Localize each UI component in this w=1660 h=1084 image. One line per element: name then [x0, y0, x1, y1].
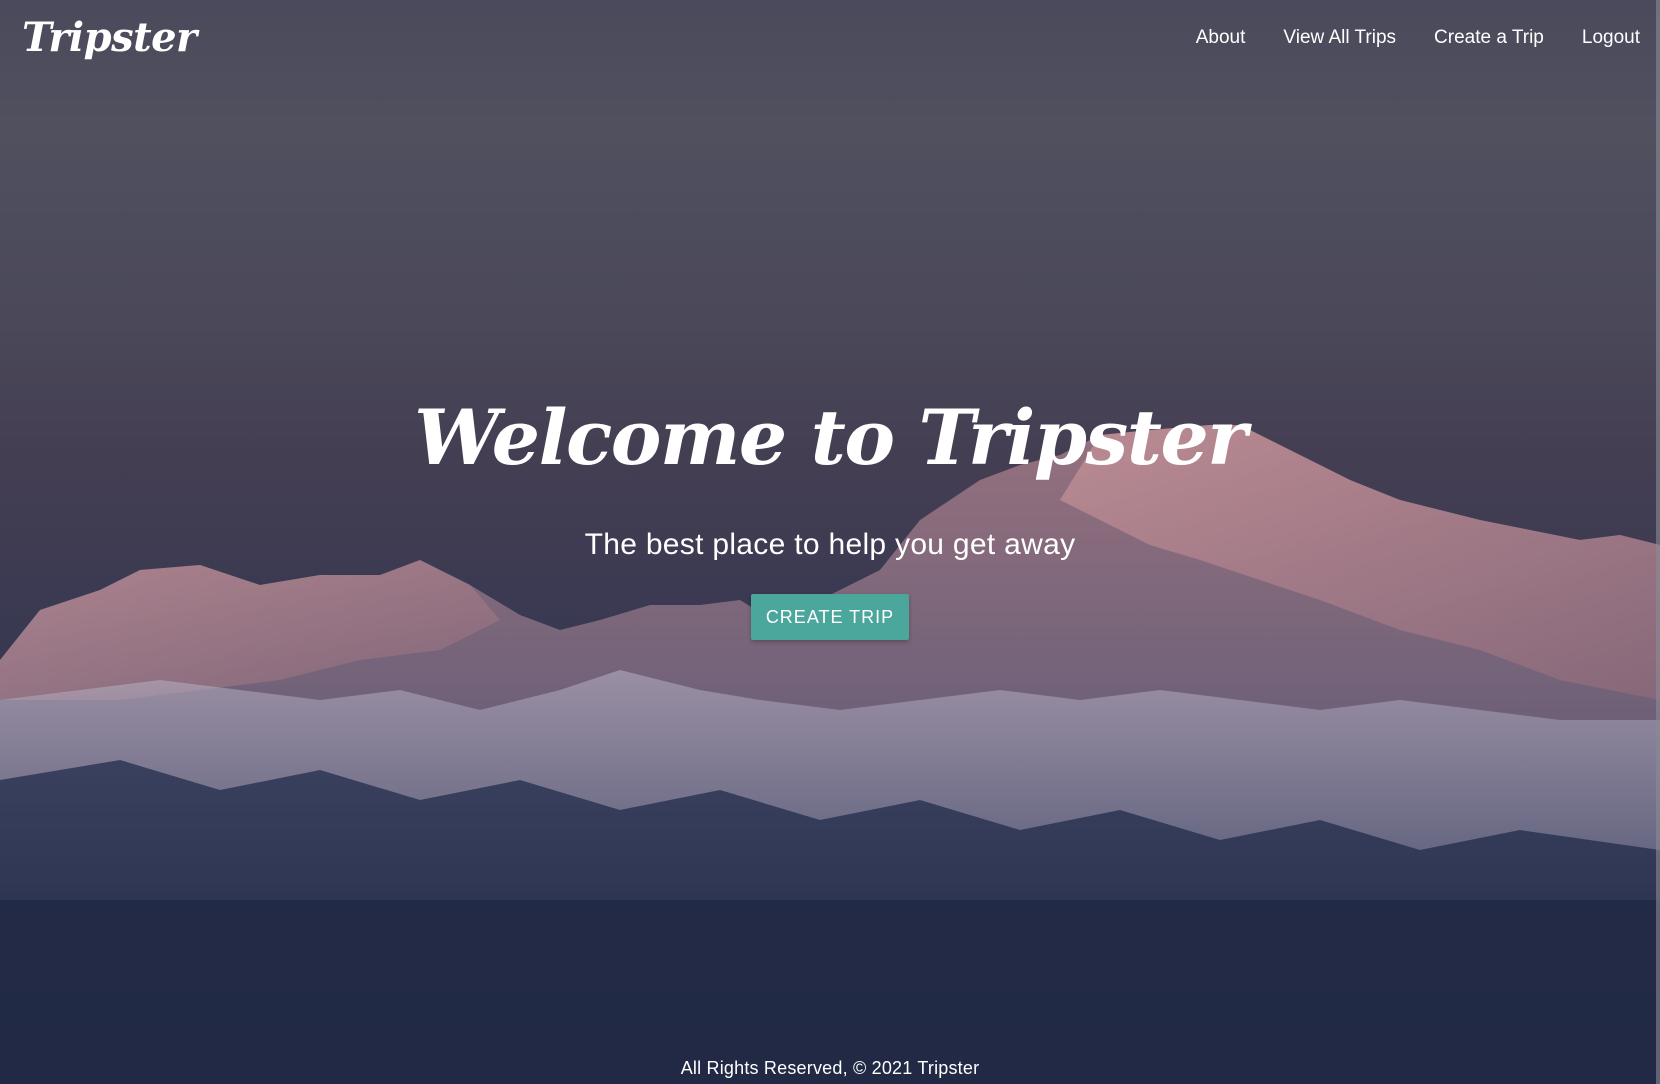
nav-link-view-all-trips[interactable]: View All Trips: [1283, 27, 1396, 49]
hero-subtitle: The best place to help you get away: [584, 528, 1076, 561]
nav-link-logout[interactable]: Logout: [1582, 27, 1640, 49]
navbar: Tripster About View All Trips Create a T…: [0, 0, 1660, 84]
nav-links: About View All Trips Create a Trip Logou…: [1158, 27, 1640, 49]
brand-logo[interactable]: Tripster: [22, 14, 197, 61]
footer-copyright: All Rights Reserved, © 2021 Tripster: [680, 1058, 980, 1078]
hero-title: Welcome to Tripster: [414, 393, 1247, 482]
hero-section: Welcome to Tripster The best place to he…: [0, 400, 1660, 640]
page: Tripster About View All Trips Create a T…: [0, 0, 1660, 1084]
create-trip-button[interactable]: CREATE TRIP: [751, 594, 909, 640]
nav-link-create-a-trip[interactable]: Create a Trip: [1434, 27, 1544, 49]
nav-link-about[interactable]: About: [1196, 27, 1246, 49]
